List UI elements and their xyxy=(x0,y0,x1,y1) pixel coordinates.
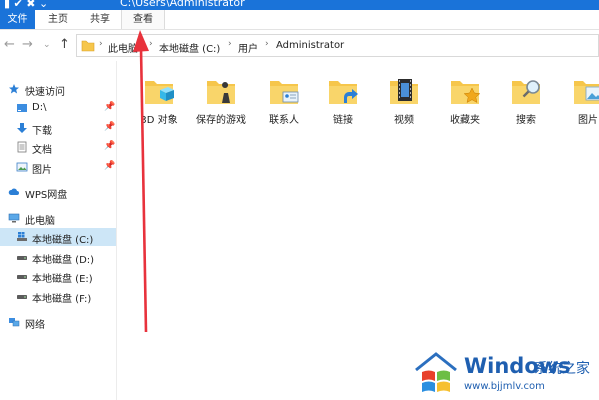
watermark-url: www.bjjmlv.com xyxy=(464,381,545,392)
annotation-arrow xyxy=(133,30,149,333)
watermark-cn: 系统之家 xyxy=(534,361,590,377)
windows-logo-icon xyxy=(415,352,457,392)
watermark: Windows 系统之家 www.bjjmlv.com xyxy=(410,350,599,400)
